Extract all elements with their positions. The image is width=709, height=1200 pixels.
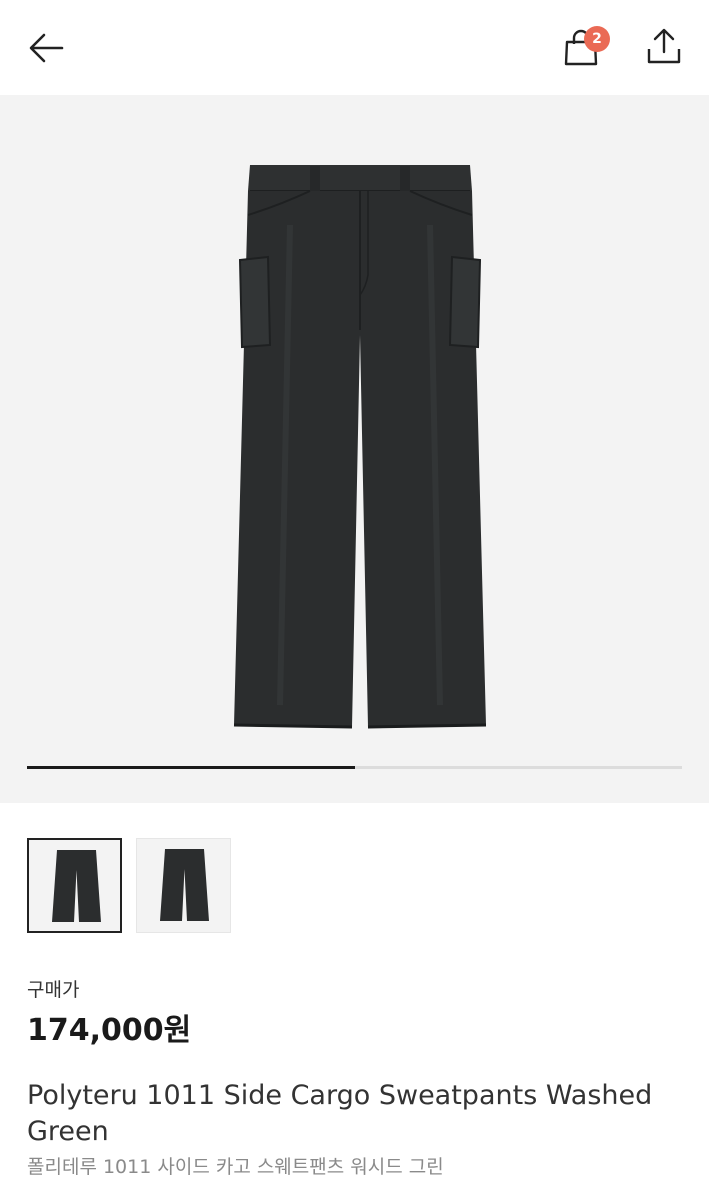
thumbnail-back[interactable] bbox=[136, 838, 231, 933]
gallery-progress-track bbox=[27, 766, 682, 769]
arrow-left-icon bbox=[29, 33, 64, 63]
price: 174,000원 bbox=[27, 1013, 192, 1048]
thumbnail-front[interactable] bbox=[27, 838, 122, 933]
gallery-progress-fill bbox=[27, 766, 355, 769]
product-image-pants bbox=[233, 165, 487, 729]
price-label: 구매가 bbox=[27, 979, 80, 1001]
share-button[interactable] bbox=[644, 26, 684, 66]
thumbnail-pants-image bbox=[160, 849, 209, 921]
thumbnail-pants-image bbox=[52, 850, 101, 922]
share-upload-icon bbox=[647, 28, 681, 64]
top-bar: 2 bbox=[0, 0, 709, 95]
product-title: Polyteru 1011 Side Cargo Sweatpants Wash… bbox=[27, 1080, 653, 1147]
product-image-gallery[interactable] bbox=[0, 95, 709, 803]
product-subtitle: 폴리테루 1011 사이드 카고 스웨트팬츠 워시드 그린 bbox=[27, 1156, 444, 1178]
back-button[interactable] bbox=[26, 28, 66, 68]
cart-count-badge: 2 bbox=[584, 26, 610, 52]
